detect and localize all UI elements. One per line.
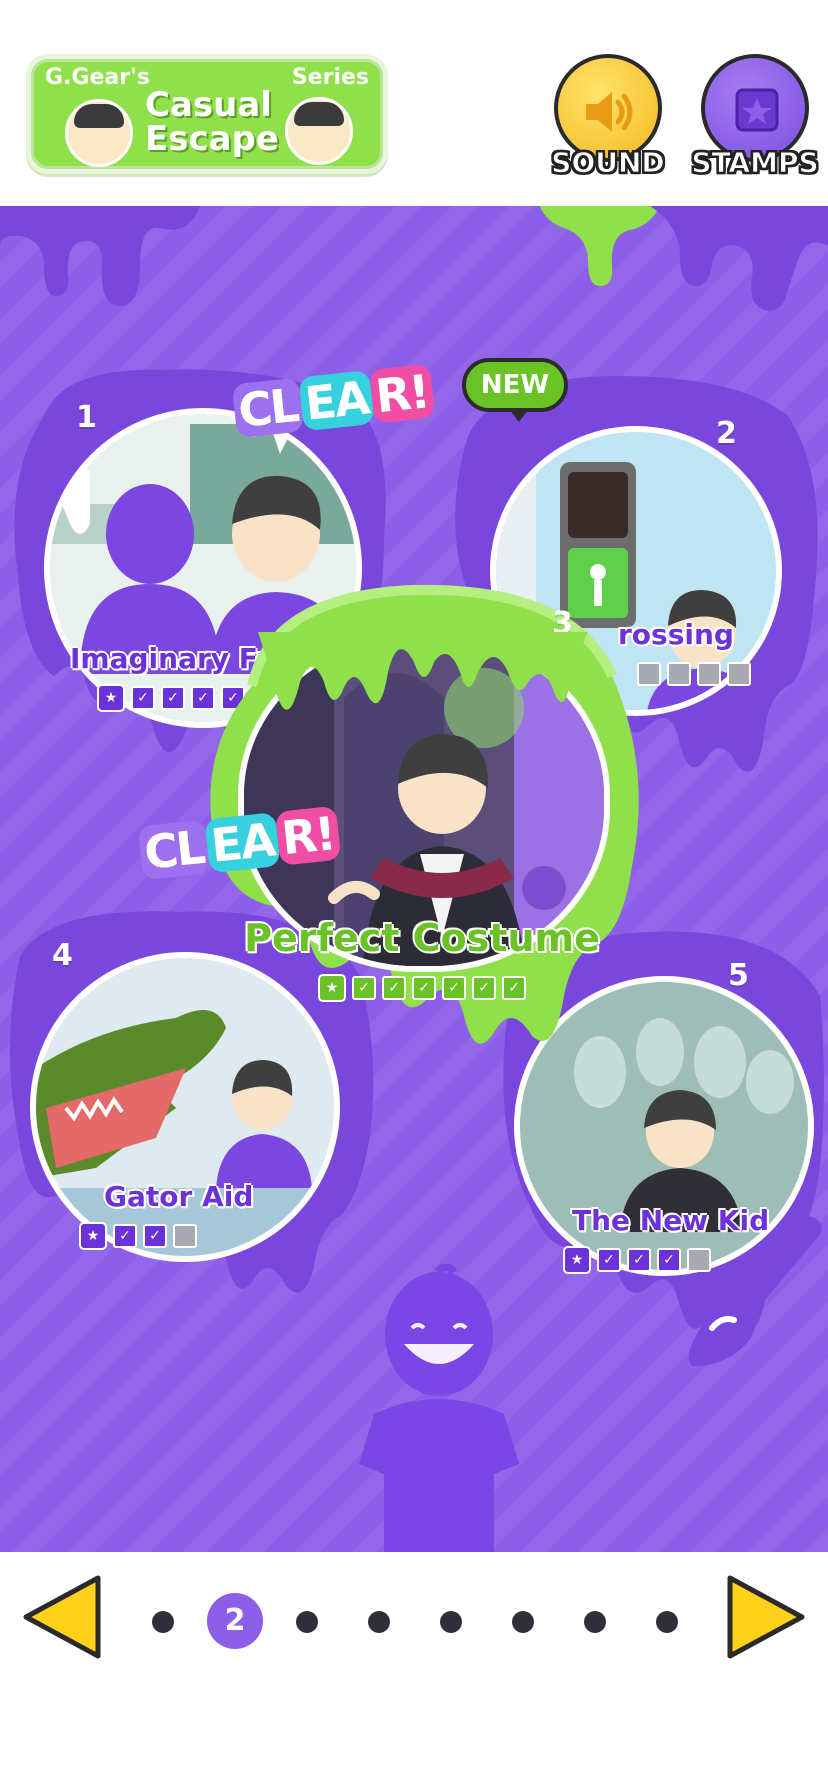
- page-dot-5[interactable]: [440, 1611, 462, 1633]
- level-number: 2: [716, 416, 737, 451]
- slime-drip-top-left: [0, 206, 200, 306]
- check-icon: ✓: [143, 1224, 167, 1248]
- slime-drip-top-right: [540, 206, 828, 311]
- previous-page-arrow-icon[interactable]: [18, 1572, 108, 1662]
- paint-brush-icon: [688, 1217, 822, 1366]
- logo-character-left: [65, 99, 133, 167]
- game-logo: G.Gear's Series Casual Escape: [26, 54, 388, 174]
- check-icon: ✓: [627, 1248, 651, 1272]
- level-progress-marks: [634, 662, 828, 686]
- check-icon: ✓: [597, 1248, 621, 1272]
- level-number: 4: [52, 938, 73, 973]
- empty-check-icon: [697, 662, 721, 686]
- page-dot-7[interactable]: [584, 1611, 606, 1633]
- empty-check-icon: [667, 662, 691, 686]
- clear-text-part: CL: [231, 377, 305, 439]
- level-number: 1: [76, 400, 97, 435]
- green-slime-drips: [258, 632, 588, 710]
- check-icon: ✓: [442, 976, 466, 1000]
- stamp-icon: [735, 88, 779, 132]
- level-title: Perfect Costume: [244, 916, 600, 960]
- level-progress-marks: ★ ✓ ✓ ✓ ✓ ✓ ✓: [192, 974, 652, 1002]
- sound-label: SOUND: [551, 146, 665, 180]
- clear-text-part: EA: [298, 370, 375, 432]
- empty-check-icon: [173, 1224, 197, 1248]
- clear-text-part: CL: [137, 819, 211, 881]
- check-icon: ✓: [502, 976, 526, 1000]
- clear-text-part: R!: [369, 363, 435, 424]
- page-dot-current[interactable]: 2: [207, 1593, 263, 1649]
- page-navigator: 2: [0, 1552, 828, 1682]
- header: G.Gear's Series Casual Escape SOUND STAM…: [0, 0, 828, 205]
- logo-series: Series: [291, 65, 369, 90]
- clear-text-part: EA: [204, 812, 281, 874]
- logo-character-right: [285, 97, 353, 165]
- page-dot-1[interactable]: [152, 1611, 174, 1633]
- check-icon: ✓: [113, 1224, 137, 1248]
- level-number: 5: [728, 958, 749, 993]
- check-icon: ✓: [382, 976, 406, 1000]
- stamps-button[interactable]: STAMPS: [690, 54, 820, 180]
- page-dot-3[interactable]: [296, 1611, 318, 1633]
- page-dot-4[interactable]: [368, 1611, 390, 1633]
- next-page-arrow-icon[interactable]: [720, 1572, 810, 1662]
- sound-button[interactable]: SOUND: [550, 54, 666, 180]
- check-icon: ✓: [161, 686, 185, 710]
- check-icon: ✓: [412, 976, 436, 1000]
- logo-title-line2: Escape: [145, 119, 279, 159]
- logo-brand: G.Gear's: [45, 65, 150, 90]
- check-icon: ✓: [131, 686, 155, 710]
- check-icon: ✓: [472, 976, 496, 1000]
- page-dot-6[interactable]: [512, 1611, 534, 1633]
- stamp-star-icon: ★: [79, 1222, 107, 1250]
- level-select-stage: 1 Imaginary Fri ★ ✓ ✓ ✓ ✓ CLEAR! 2 rossi…: [0, 206, 828, 1552]
- stamps-label: STAMPS: [691, 146, 819, 180]
- check-icon: ✓: [352, 976, 376, 1000]
- speaker-icon: [586, 92, 633, 132]
- empty-check-icon: [727, 662, 751, 686]
- level-progress-marks: ★ ✓ ✓: [76, 1222, 380, 1250]
- stamp-star-icon: ★: [318, 974, 346, 1002]
- new-badge: NEW: [462, 358, 568, 422]
- stamp-star-icon: ★: [97, 684, 125, 712]
- stamp-star-icon: ★: [563, 1246, 591, 1274]
- page-dot-8[interactable]: [656, 1611, 678, 1633]
- level-title: Gator Aid: [104, 1180, 254, 1213]
- clear-text-part: R!: [275, 805, 341, 866]
